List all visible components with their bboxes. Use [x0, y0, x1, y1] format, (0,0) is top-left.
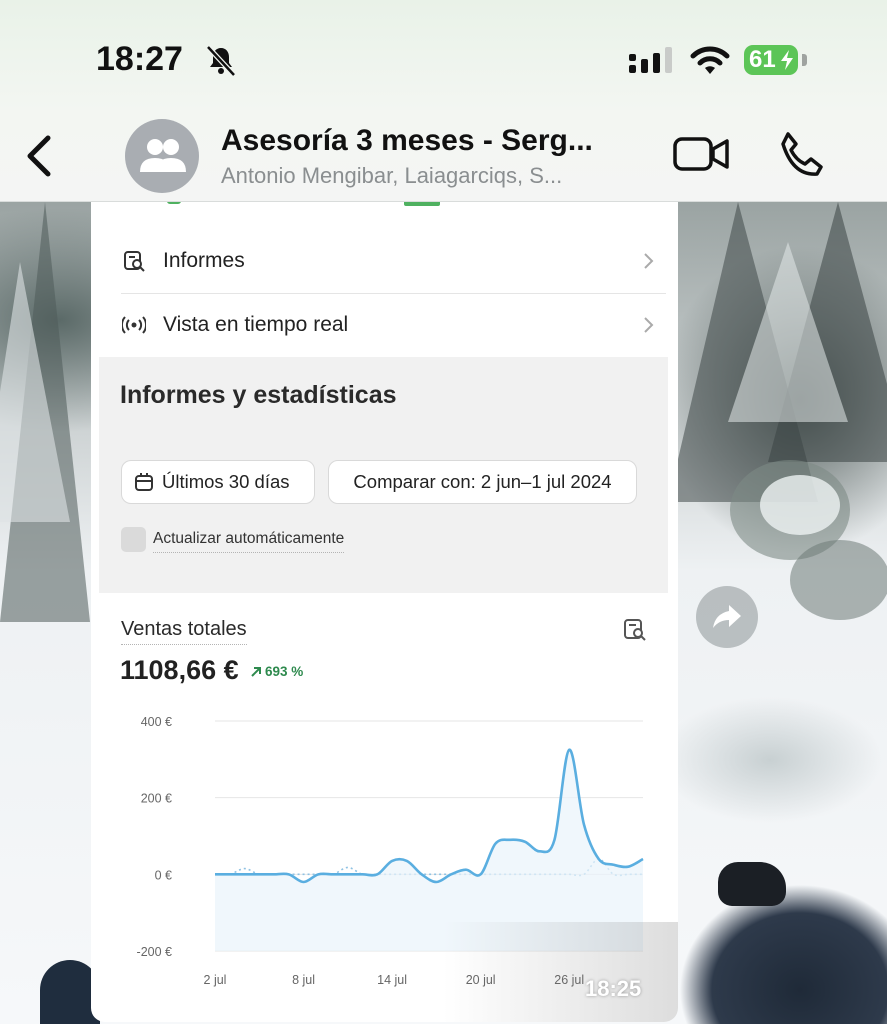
menu-item-vista-tiempo-real[interactable]: Vista en tiempo real — [121, 294, 666, 356]
chevron-right-icon — [644, 253, 654, 269]
chat-header: 18:27 61 Asesoría 3 meses - Serg... Anto… — [0, 0, 887, 202]
video-call-icon[interactable] — [672, 134, 730, 174]
group-people-icon — [140, 139, 186, 172]
status-time: 18:27 — [96, 40, 183, 78]
group-avatar[interactable] — [125, 119, 199, 193]
stats-section: Informes y estadísticas Últimos 30 días … — [99, 357, 668, 593]
cellular-signal-icon — [629, 47, 672, 73]
section-title: Informes y estadísticas — [120, 381, 397, 409]
auto-update-label: Actualizar automáticamente — [153, 530, 345, 553]
chat-title[interactable]: Asesoría 3 meses - Serg... — [221, 124, 661, 158]
green-tab-indicator — [404, 202, 440, 206]
snow-trees-left — [0, 202, 90, 622]
wifi-icon — [690, 46, 730, 74]
change-percent: 693 % — [265, 664, 304, 679]
chevron-right-icon — [644, 317, 654, 333]
battery-level: 61 — [749, 46, 776, 73]
back-chevron-icon[interactable] — [22, 132, 58, 180]
x-tick-label: 26 jul — [554, 973, 584, 987]
menu-item-label: Informes — [163, 249, 245, 272]
charging-bolt-icon — [781, 50, 793, 70]
chat-participants[interactable]: Antonio Mengibar, Laiagarciqs, S... — [221, 163, 651, 189]
x-tick-label: 2 jul — [204, 973, 227, 987]
x-tick-label: 20 jul — [466, 973, 496, 987]
forward-arrow-icon — [713, 605, 741, 628]
x-tick-label: 14 jul — [377, 973, 407, 987]
report-icon[interactable] — [623, 618, 647, 642]
y-tick-label: 200 € — [141, 792, 172, 806]
auto-update-checkbox[interactable] — [121, 527, 146, 552]
bell-slash-icon — [206, 45, 236, 77]
main-series-area — [215, 749, 643, 951]
x-tick-label: 8 jul — [292, 973, 315, 987]
battery-tip — [802, 54, 807, 66]
change-badge: 693 % — [251, 664, 303, 679]
menu-item-label: Vista en tiempo real — [163, 313, 349, 336]
live-broadcast-icon — [121, 312, 147, 338]
menu-item-informes[interactable]: Informes — [121, 230, 666, 292]
total-sales-value: 1108,66 € — [120, 655, 239, 685]
arrow-up-right-icon — [251, 667, 261, 677]
car-mirror — [718, 862, 786, 906]
card-top-strip — [91, 202, 678, 212]
calendar-icon — [135, 473, 153, 491]
y-tick-label: 400 € — [141, 715, 172, 729]
y-tick-label: -200 € — [137, 945, 172, 959]
date-range-label: Últimos 30 días — [162, 471, 290, 492]
forward-button[interactable] — [696, 586, 758, 648]
green-indicator — [167, 202, 181, 204]
phone-call-icon[interactable] — [776, 130, 824, 178]
compare-button[interactable]: Comparar con: 2 jun–1 jul 2024 — [328, 460, 637, 504]
compare-label: Comparar con: 2 jun–1 jul 2024 — [353, 471, 612, 492]
report-icon — [121, 248, 147, 274]
date-range-button[interactable]: Últimos 30 días — [121, 460, 315, 504]
shared-screenshot-card[interactable]: Informes Vista en tiempo real Informes y… — [91, 202, 678, 1022]
chart-title[interactable]: Ventas totales — [121, 618, 247, 645]
y-tick-label: 0 € — [155, 868, 172, 882]
car-background — [680, 830, 887, 1024]
sales-line-chart: 400 € 200 € 0 € -200 € 2 jul 8 jul 14 jul 20 ju… — [137, 715, 644, 987]
message-timestamp: 18:25 — [585, 976, 642, 1001]
